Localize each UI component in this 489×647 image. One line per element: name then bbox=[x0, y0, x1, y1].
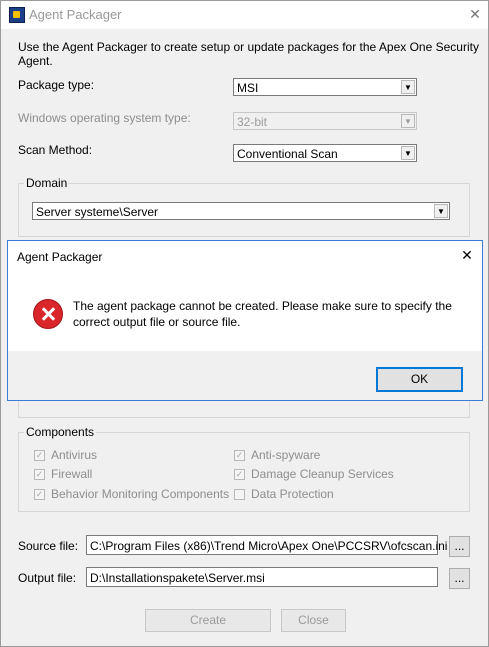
window-close-button[interactable]: ✕ bbox=[465, 4, 485, 24]
chevron-down-icon: ▼ bbox=[401, 146, 415, 160]
source-file-input[interactable]: C:\Program Files (x86)\Trend Micro\Apex … bbox=[86, 535, 447, 555]
chevron-down-icon: ▼ bbox=[401, 80, 415, 94]
scan-method-label: Scan Method: bbox=[18, 143, 93, 157]
components-group-label: Components bbox=[24, 425, 97, 439]
package-type-label: Package type: bbox=[18, 78, 95, 92]
domain-group-label: Domain bbox=[24, 176, 70, 190]
behavior-monitoring-label: Behavior Monitoring Components bbox=[51, 487, 230, 501]
dialog-message: The agent package cannot be created. Ple… bbox=[73, 298, 473, 330]
data-protection-label: Data Protection bbox=[251, 487, 334, 501]
package-type-value: MSI bbox=[237, 81, 259, 95]
firewall-checkbox[interactable]: ✓ bbox=[34, 469, 45, 480]
close-button[interactable]: Close bbox=[281, 609, 346, 632]
dialog-title: Agent Packager bbox=[17, 250, 103, 264]
anti-spyware-label: Anti-spyware bbox=[251, 448, 321, 462]
create-button[interactable]: Create bbox=[145, 609, 271, 632]
source-file-value: C:\Program Files (x86)\Trend Micro\Apex … bbox=[90, 539, 448, 553]
behavior-monitoring-checkbox[interactable]: ✓ bbox=[34, 489, 45, 500]
output-file-input[interactable]: D:\Installationspakete\Server.msi bbox=[86, 567, 438, 587]
chevron-down-icon: ▼ bbox=[401, 114, 415, 128]
package-type-select[interactable]: MSI ▼ bbox=[233, 78, 417, 96]
intro-text: Use the Agent Packager to create setup o… bbox=[18, 40, 479, 68]
os-type-select: 32-bit ▼ bbox=[233, 112, 417, 130]
os-type-value: 32-bit bbox=[237, 115, 268, 129]
dialog-footer: OK bbox=[8, 351, 482, 400]
error-dialog: Agent Packager ✕ The agent package canno… bbox=[7, 240, 483, 401]
dialog-close-button[interactable]: ✕ bbox=[458, 246, 476, 264]
source-file-browse-button[interactable]: ... bbox=[449, 536, 470, 557]
domain-select[interactable]: Server systeme\Server ▼ bbox=[32, 202, 450, 220]
scan-method-value: Conventional Scan bbox=[237, 147, 338, 161]
output-file-value: D:\Installationspakete\Server.msi bbox=[90, 571, 265, 585]
agent-packager-icon bbox=[9, 7, 25, 23]
ok-button[interactable]: OK bbox=[376, 367, 463, 392]
domain-value: Server systeme\Server bbox=[36, 205, 159, 219]
data-protection-checkbox[interactable] bbox=[234, 489, 245, 500]
source-file-label: Source file: bbox=[18, 539, 79, 553]
scan-method-select[interactable]: Conventional Scan ▼ bbox=[233, 144, 417, 162]
damage-cleanup-checkbox[interactable]: ✓ bbox=[234, 469, 245, 480]
anti-spyware-checkbox[interactable]: ✓ bbox=[234, 450, 245, 461]
error-icon bbox=[33, 299, 63, 329]
antivirus-label: Antivirus bbox=[51, 448, 98, 462]
firewall-label: Firewall bbox=[51, 467, 93, 481]
os-type-label: Windows operating system type: bbox=[18, 111, 191, 125]
dialog-message-line2: correct output file or source file. bbox=[73, 315, 241, 329]
damage-cleanup-label: Damage Cleanup Services bbox=[251, 467, 394, 481]
window-title: Agent Packager bbox=[29, 7, 122, 22]
dialog-message-line1: The agent package cannot be created. Ple… bbox=[73, 299, 452, 313]
output-file-browse-button[interactable]: ... bbox=[449, 568, 470, 589]
title-bar: Agent Packager ✕ bbox=[1, 1, 488, 29]
antivirus-checkbox[interactable]: ✓ bbox=[34, 450, 45, 461]
output-file-label: Output file: bbox=[18, 571, 77, 585]
chevron-down-icon: ▼ bbox=[434, 204, 448, 218]
